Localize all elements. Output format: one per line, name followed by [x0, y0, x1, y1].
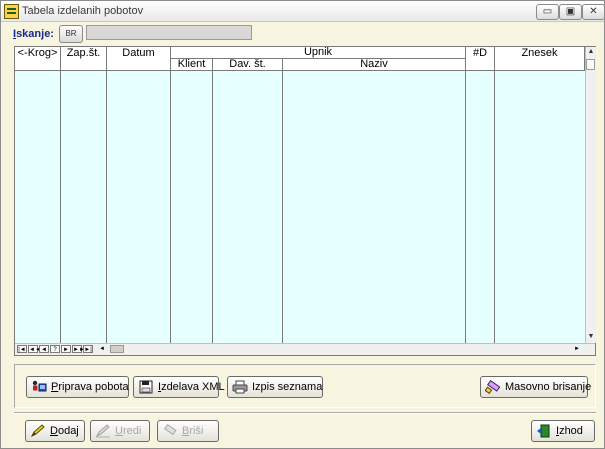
nav-last-button[interactable]: ►| — [83, 345, 93, 353]
people-computer-icon — [32, 380, 47, 392]
pobot-table[interactable]: <-Krog> Zap.št. Datum Upnik Klient Dav. … — [14, 46, 596, 356]
column-naziv — [283, 71, 466, 343]
search-label: Iskanje: — [13, 28, 54, 40]
vertical-scrollbar[interactable]: ▲ ▼ — [585, 47, 596, 343]
column-znesek — [495, 71, 585, 343]
izhod-button[interactable]: Izhod — [531, 420, 595, 442]
hscroll-left-icon[interactable]: ◄ — [97, 345, 107, 353]
nav-next-button[interactable]: ► — [61, 345, 71, 353]
minimize-button[interactable]: ▭ — [536, 4, 559, 20]
masovno-brisanje-button[interactable]: Masovno brisanje — [480, 376, 591, 398]
window-title: Tabela izdelanih pobotov — [22, 5, 144, 17]
header-naziv[interactable]: Naziv — [283, 59, 466, 71]
search-input[interactable] — [86, 25, 252, 40]
action-panel: Priprava pobota Izdelava XML Izpis sezna… — [14, 364, 596, 408]
floppy-disk-icon — [139, 380, 153, 394]
column-krog — [15, 71, 61, 343]
header-znesek[interactable]: Znesek — [495, 47, 585, 71]
horizontal-scroll-thumb[interactable] — [110, 345, 124, 353]
header-dav-st[interactable]: Dav. št. — [213, 59, 283, 71]
izpis-seznama-button[interactable]: Izpis seznama — [227, 376, 323, 398]
column-num-d — [466, 71, 495, 343]
footer-separator — [14, 412, 596, 414]
nav-help-button[interactable]: ? — [50, 345, 60, 353]
header-num-d[interactable]: #D — [466, 47, 495, 71]
uredi-button[interactable]: Uredi — [90, 420, 150, 442]
header-klient[interactable]: Klient — [171, 59, 213, 71]
column-datum — [107, 71, 171, 343]
search-row: Iskanje: BR — [1, 23, 604, 43]
column-zap-st — [61, 71, 107, 343]
dodaj-button[interactable]: Dodaj — [25, 420, 85, 442]
header-zap-st[interactable]: Zap.št. — [61, 47, 107, 71]
edit-pencil-icon — [95, 424, 110, 438]
column-dav-st — [213, 71, 283, 343]
main-window: Tabela izdelanih pobotov ▭ ▣ ✕ Iskanje: … — [0, 0, 605, 449]
record-navigator: |◄ ◄◄ ◄ ? ► ►► ►| ◄ ► — [15, 343, 595, 355]
header-upnik[interactable]: Upnik — [171, 47, 466, 59]
header-datum[interactable]: Datum — [107, 47, 171, 71]
scroll-down-icon[interactable]: ▼ — [587, 333, 595, 341]
search-binoculars-button[interactable]: BR — [59, 25, 83, 43]
eraser-icon — [164, 424, 177, 436]
column-klient — [171, 71, 213, 343]
nav-next-page-button[interactable]: ►► — [72, 345, 85, 353]
nav-prev-button[interactable]: ◄ — [39, 345, 49, 353]
close-button[interactable]: ✕ — [582, 4, 605, 20]
vertical-scroll-thumb[interactable] — [586, 59, 595, 70]
exit-door-icon — [537, 424, 550, 438]
nav-prev-page-button[interactable]: ◄◄ — [28, 345, 41, 353]
eraser-broom-icon — [485, 380, 501, 394]
izdelava-xml-button[interactable]: Izdelava XML — [133, 376, 225, 398]
table-app-icon — [4, 4, 19, 19]
pencil-icon — [30, 424, 45, 438]
header-krog[interactable]: <-Krog> — [15, 47, 61, 71]
nav-first-button[interactable]: |◄ — [17, 345, 27, 353]
title-bar[interactable]: Tabela izdelanih pobotov ▭ ▣ ✕ — [1, 1, 605, 22]
printer-icon — [232, 380, 248, 394]
hscroll-right-icon[interactable]: ► — [572, 345, 582, 353]
restore-button[interactable]: ▣ — [559, 4, 582, 20]
brisi-button[interactable]: Briši — [157, 420, 219, 442]
scroll-up-icon[interactable]: ▲ — [587, 48, 595, 56]
priprava-pobota-button[interactable]: Priprava pobota — [26, 376, 129, 398]
